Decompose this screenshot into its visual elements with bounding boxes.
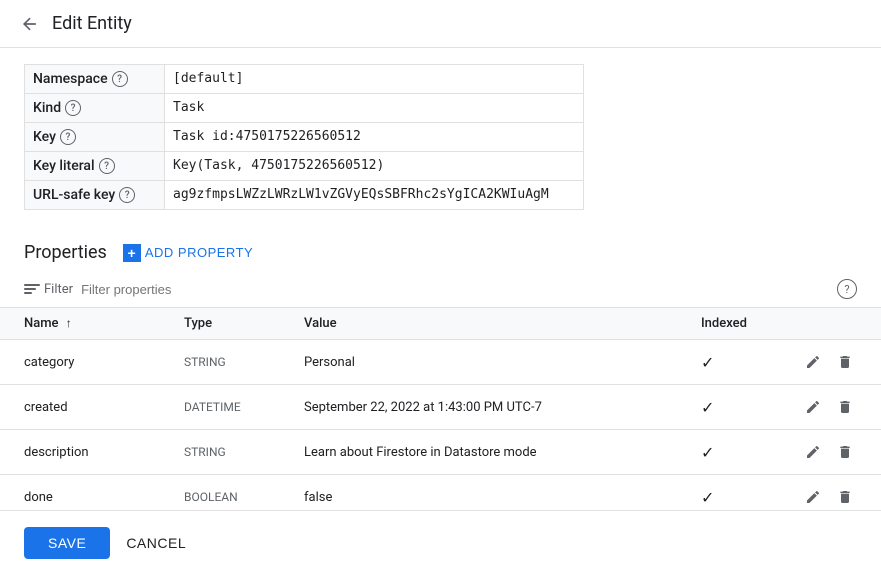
header: Edit Entity xyxy=(0,0,881,48)
table-header-row: Name ↑ Type Value Indexed xyxy=(0,308,881,340)
row-actions xyxy=(777,430,881,475)
namespace-label: Namespace xyxy=(33,71,108,87)
properties-header: Properties + ADD PROPERTY xyxy=(0,226,881,271)
footer: SAVE CANCEL xyxy=(0,510,881,575)
row-actions xyxy=(777,340,881,385)
delete-row-button[interactable] xyxy=(833,485,857,509)
properties-title: Properties xyxy=(24,242,107,263)
col-actions xyxy=(777,308,881,340)
table-row: description STRING Learn about Firestore… xyxy=(0,430,881,475)
kind-row: Kind ? Task xyxy=(25,94,584,123)
url-safe-key-label: URL-safe key xyxy=(33,187,115,203)
col-name: Name ↑ xyxy=(0,308,160,340)
add-property-button[interactable]: + ADD PROPERTY xyxy=(123,244,253,262)
name-sort-icon[interactable]: ↑ xyxy=(66,316,72,330)
indexed-checkmark: ✓ xyxy=(701,398,714,417)
row-actions xyxy=(777,385,881,430)
col-indexed: Indexed xyxy=(677,308,777,340)
page-title: Edit Entity xyxy=(52,13,132,34)
col-type: Type xyxy=(160,308,280,340)
row-type: DATETIME xyxy=(160,385,280,430)
url-safe-key-value: ag9zfmpsLWZzLWRzLW1vZGVyEQsSBFRhc2sYgICA… xyxy=(165,181,584,210)
back-button[interactable] xyxy=(16,10,44,38)
edit-row-button[interactable] xyxy=(801,395,825,419)
key-literal-label: Key literal xyxy=(33,158,95,174)
key-label: Key xyxy=(33,129,56,145)
save-button[interactable]: SAVE xyxy=(24,527,110,559)
kind-label: Kind xyxy=(33,100,61,116)
row-value: September 22, 2022 at 1:43:00 PM UTC-7 xyxy=(280,385,677,430)
filter-label: Filter xyxy=(44,282,73,297)
key-literal-row: Key literal ? Key(Task, 4750175226560512… xyxy=(25,152,584,181)
row-value: Learn about Firestore in Datastore mode xyxy=(280,430,677,475)
kind-help-icon[interactable]: ? xyxy=(65,100,81,116)
delete-row-button[interactable] xyxy=(833,350,857,374)
row-name: created xyxy=(0,385,160,430)
indexed-checkmark: ✓ xyxy=(701,443,714,462)
key-help-icon[interactable]: ? xyxy=(60,129,76,145)
filter-input[interactable] xyxy=(81,282,829,297)
delete-row-button[interactable] xyxy=(833,395,857,419)
filter-icon-wrapper: Filter xyxy=(24,282,73,297)
col-value: Value xyxy=(280,308,677,340)
edit-row-button[interactable] xyxy=(801,350,825,374)
kind-value: Task xyxy=(165,94,584,123)
cancel-button[interactable]: CANCEL xyxy=(126,535,186,551)
key-row: Key ? Task id:4750175226560512 xyxy=(25,123,584,152)
url-safe-key-row: URL-safe key ? ag9zfmpsLWZzLWRzLW1vZGVyE… xyxy=(25,181,584,210)
row-type: STRING xyxy=(160,430,280,475)
add-icon: + xyxy=(123,244,141,262)
edit-row-button[interactable] xyxy=(801,485,825,509)
entity-info: Namespace ? [default] Kind ? Task Key ? xyxy=(0,48,881,226)
namespace-value: [default] xyxy=(165,65,584,94)
row-indexed: ✓ xyxy=(677,430,777,475)
table-row: created DATETIME September 22, 2022 at 1… xyxy=(0,385,881,430)
row-indexed: ✓ xyxy=(677,385,777,430)
indexed-checkmark: ✓ xyxy=(701,353,714,372)
indexed-checkmark: ✓ xyxy=(701,488,714,507)
add-property-label: ADD PROPERTY xyxy=(145,245,253,260)
key-literal-value: Key(Task, 4750175226560512) xyxy=(165,152,584,181)
filter-icon xyxy=(24,284,40,294)
row-name: category xyxy=(0,340,160,385)
url-safe-key-help-icon[interactable]: ? xyxy=(119,187,135,203)
row-type: STRING xyxy=(160,340,280,385)
namespace-row: Namespace ? [default] xyxy=(25,65,584,94)
key-literal-help-icon[interactable]: ? xyxy=(99,158,115,174)
edit-row-button[interactable] xyxy=(801,440,825,464)
row-name: description xyxy=(0,430,160,475)
filter-row: Filter ? xyxy=(0,271,881,308)
key-value: Task id:4750175226560512 xyxy=(165,123,584,152)
entity-info-table: Namespace ? [default] Kind ? Task Key ? xyxy=(24,64,584,210)
delete-row-button[interactable] xyxy=(833,440,857,464)
filter-help-icon[interactable]: ? xyxy=(837,279,857,299)
table-row: category STRING Personal ✓ xyxy=(0,340,881,385)
row-value: Personal xyxy=(280,340,677,385)
row-indexed: ✓ xyxy=(677,340,777,385)
namespace-help-icon[interactable]: ? xyxy=(112,71,128,87)
